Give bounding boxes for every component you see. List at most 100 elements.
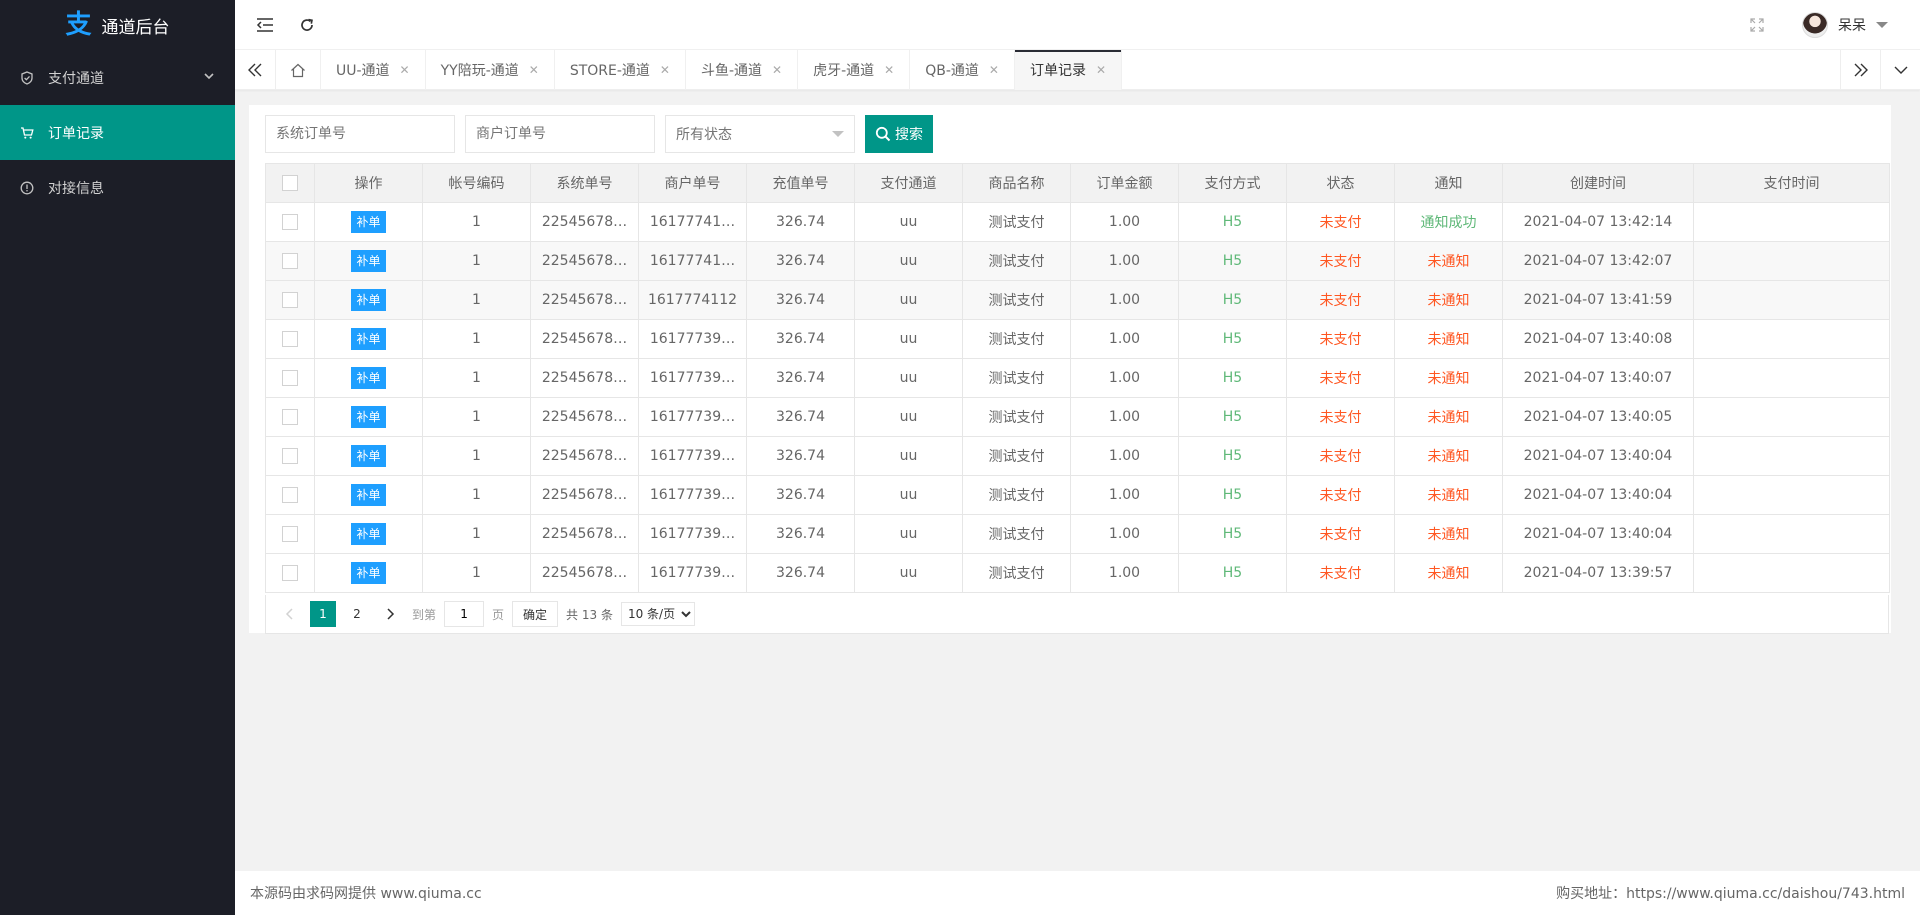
tabs-menu-button[interactable]	[1880, 50, 1920, 90]
tab-uu-channel[interactable]: UU-通道 ✕	[321, 50, 426, 90]
resupply-order-button[interactable]: 补单	[351, 445, 386, 467]
system-order-input[interactable]	[265, 115, 455, 153]
table-row[interactable]: 补单 1 22545678… 1617774112 326.74 uu 测试支付 1.00 H5…	[265, 280, 1890, 320]
tabs-scroll-left-button[interactable]	[235, 50, 276, 90]
cell-recharge-no: 326.74	[746, 553, 855, 593]
cell-pay-method: H5	[1178, 475, 1287, 515]
resupply-order-button[interactable]: 补单	[351, 211, 386, 233]
cell-notify: 未通知	[1394, 358, 1503, 398]
sidebar-item-order-records[interactable]: 订单记录	[0, 105, 235, 160]
tab-yy-channel[interactable]: YY陪玩-通道 ✕	[426, 50, 555, 90]
column-header: 支付通道	[854, 163, 963, 203]
column-header: 商品名称	[962, 163, 1071, 203]
resupply-order-button[interactable]: 补单	[351, 250, 386, 272]
close-icon[interactable]: ✕	[989, 63, 999, 77]
tab-store-channel[interactable]: STORE-通道 ✕	[555, 50, 686, 90]
tab-qb-channel[interactable]: QB-通道 ✕	[910, 50, 1015, 90]
resupply-order-button[interactable]: 补单	[351, 484, 386, 506]
close-icon[interactable]: ✕	[1096, 63, 1106, 77]
page-size-select[interactable]: 10 条/页	[620, 602, 695, 626]
resupply-order-button[interactable]: 补单	[351, 523, 386, 545]
fullscreen-button[interactable]	[1745, 13, 1769, 37]
close-icon[interactable]: ✕	[400, 63, 410, 77]
app-logo[interactable]: 支 通道后台	[0, 0, 235, 50]
sidebar-item-label: 订单记录	[48, 125, 104, 142]
user-menu[interactable]: 呆呆	[1802, 12, 1888, 38]
row-select-cell	[265, 397, 315, 437]
cell-amount: 1.00	[1070, 475, 1179, 515]
goto-page-input[interactable]	[444, 601, 485, 627]
sidebar-item-payment-channels[interactable]: 支付通道	[0, 50, 235, 105]
sidebar: 支 通道后台 支付通道 订单记录 对接信息	[0, 0, 235, 915]
select-all-checkbox[interactable]	[282, 175, 298, 191]
row-checkbox[interactable]	[282, 253, 298, 269]
refresh-button[interactable]	[295, 13, 319, 37]
row-checkbox[interactable]	[282, 409, 298, 425]
table-row[interactable]: 补单 1 22545678… 16177739… 326.74 uu 测试支付 1.00 H5 未…	[265, 358, 1890, 398]
table-row[interactable]: 补单 1 22545678… 16177741… 326.74 uu 测试支付 1.00 H5 未…	[265, 202, 1890, 242]
row-checkbox[interactable]	[282, 487, 298, 503]
tab-huya-channel[interactable]: 虎牙-通道 ✕	[798, 50, 911, 90]
cell-amount: 1.00	[1070, 397, 1179, 437]
page-1-button[interactable]: 1	[310, 601, 336, 627]
cell-product: 测试支付	[962, 241, 1071, 281]
table-row[interactable]: 补单 1 22545678… 16177739… 326.74 uu 测试支付 1.00 H5 未…	[265, 436, 1890, 476]
row-checkbox[interactable]	[282, 370, 298, 386]
cell-created: 2021-04-07 13:42:14	[1502, 202, 1694, 242]
column-header: 充值单号	[746, 163, 855, 203]
column-header: 订单金额	[1070, 163, 1179, 203]
resupply-order-button[interactable]: 补单	[351, 562, 386, 584]
table-row[interactable]: 补单 1 22545678… 16177739… 326.74 uu 测试支付 1.00 H5 未…	[265, 553, 1890, 593]
search-button[interactable]: 搜索	[865, 115, 933, 153]
tabs-bar: UU-通道 ✕ YY陪玩-通道 ✕ STORE-通道 ✕ 斗鱼-通道 ✕ 虎牙-通道 ✕ …	[235, 50, 1920, 90]
info-circle-icon	[20, 181, 34, 195]
cell-notify: 未通知	[1394, 436, 1503, 476]
table-row[interactable]: 补单 1 22545678… 16177739… 326.74 uu 测试支付 1.00 H5 未…	[265, 319, 1890, 359]
cell-pay-method: H5	[1178, 514, 1287, 554]
table-row[interactable]: 补单 1 22545678… 16177739… 326.74 uu 测试支付 1.00 H5 未…	[265, 475, 1890, 515]
row-checkbox[interactable]	[282, 565, 298, 581]
order-records-panel: 所有状态 搜索 操作 帐号编码 系统单号 商户单号 充值单号 支付通道 商品名称	[249, 105, 1891, 634]
next-page-button[interactable]	[378, 601, 404, 627]
menu-fold-button[interactable]	[253, 13, 277, 37]
row-checkbox[interactable]	[282, 526, 298, 542]
chevron-left-icon	[285, 608, 293, 620]
prev-page-button[interactable]	[276, 601, 302, 627]
search-toolbar: 所有状态 搜索	[265, 115, 933, 153]
close-icon[interactable]: ✕	[660, 63, 670, 77]
tab-order-records[interactable]: 订单记录 ✕	[1014, 50, 1123, 90]
goto-confirm-button[interactable]: 确定	[512, 601, 559, 627]
menu-fold-icon	[256, 18, 273, 32]
page-2-button[interactable]: 2	[344, 601, 370, 627]
close-icon[interactable]: ✕	[529, 63, 539, 77]
table-row[interactable]: 补单 1 22545678… 16177741… 326.74 uu 测试支付 1.00 H5 未…	[265, 241, 1890, 281]
sidebar-item-integration-info[interactable]: 对接信息	[0, 160, 235, 215]
table-row[interactable]: 补单 1 22545678… 16177739… 326.74 uu 测试支付 1.00 H5 未…	[265, 514, 1890, 554]
chevron-down-icon	[203, 70, 215, 86]
tab-label: UU-通道	[336, 63, 390, 79]
row-checkbox[interactable]	[282, 448, 298, 464]
cell-pay-method: H5	[1178, 280, 1287, 320]
cell-created: 2021-04-07 13:40:08	[1502, 319, 1694, 359]
resupply-order-button[interactable]: 补单	[351, 367, 386, 389]
cell-product: 测试支付	[962, 319, 1071, 359]
status-select[interactable]: 所有状态	[665, 115, 855, 153]
column-header: 系统单号	[530, 163, 639, 203]
tab-home[interactable]	[276, 50, 321, 90]
resupply-order-button[interactable]: 补单	[351, 328, 386, 350]
resupply-order-button[interactable]: 补单	[351, 406, 386, 428]
close-icon[interactable]: ✕	[772, 63, 782, 77]
resupply-order-button[interactable]: 补单	[351, 289, 386, 311]
table-row[interactable]: 补单 1 22545678… 16177739… 326.74 uu 测试支付 1.00 H5 未…	[265, 397, 1890, 437]
close-icon[interactable]: ✕	[884, 63, 894, 77]
tabs-scroll-right-button[interactable]	[1840, 50, 1880, 90]
cell-notify: 未通知	[1394, 319, 1503, 359]
row-checkbox[interactable]	[282, 214, 298, 230]
cell-paid	[1693, 514, 1890, 554]
footer-purchase-link[interactable]: 购买地址：https://www.qiuma.cc/daishou/743.ht…	[1556, 883, 1905, 903]
merchant-order-input[interactable]	[465, 115, 655, 153]
tab-douyu-channel[interactable]: 斗鱼-通道 ✕	[686, 50, 799, 90]
row-checkbox[interactable]	[282, 331, 298, 347]
dropdown-arrow-icon	[832, 131, 844, 137]
row-checkbox[interactable]	[282, 292, 298, 308]
